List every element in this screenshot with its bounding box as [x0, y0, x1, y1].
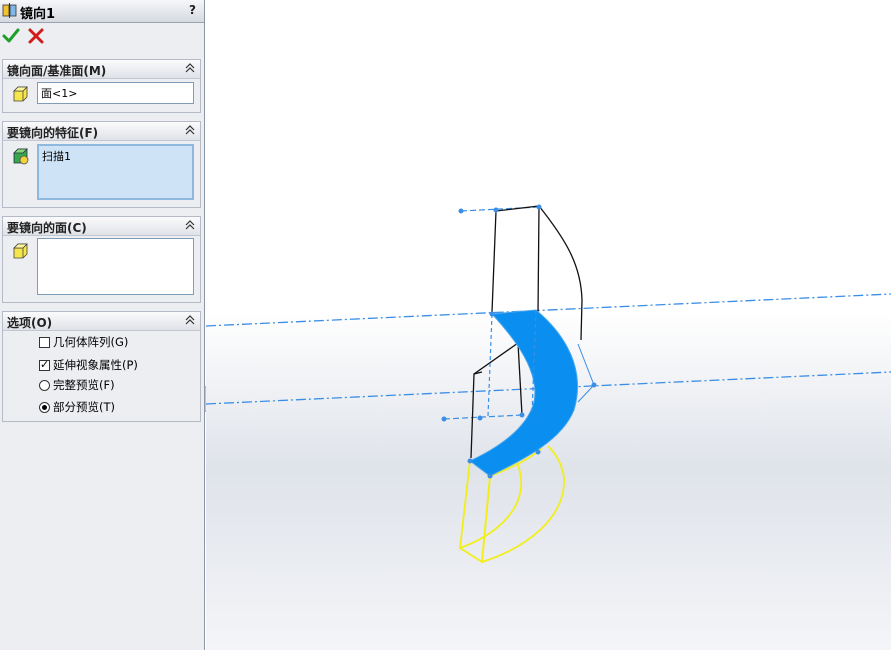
geometry-pattern-label: 几何体阵列(G)	[53, 335, 129, 349]
partial-preview-option[interactable]: 部分预览(T)	[39, 399, 115, 415]
selected-face[interactable]	[469, 309, 578, 477]
ok-checkmark-icon[interactable]	[1, 26, 21, 46]
graphics-area[interactable]	[206, 0, 891, 650]
full-preview-radio[interactable]	[39, 379, 50, 391]
features-to-mirror-group: 要镜向的特征(F) 扫描1	[2, 121, 201, 208]
faces-group-header[interactable]: 要镜向的面(C)	[3, 217, 200, 236]
sketch-line	[577, 343, 595, 403]
faces-list[interactable]	[37, 238, 194, 295]
collapse-chevron-icon[interactable]	[184, 61, 196, 75]
model-scene[interactable]	[206, 0, 891, 650]
property-manager: 镜向1 ? 镜向面/基准面(M) 面<1> 要镜向的特征(F) 扫描1 要镜向的…	[0, 0, 205, 650]
help-button[interactable]: ?	[189, 3, 196, 17]
full-preview-option[interactable]: 完整预览(F)	[39, 377, 115, 393]
collapse-chevron-icon[interactable]	[184, 123, 196, 137]
options-group-title: 选项(O)	[7, 316, 53, 330]
face-selection-icon	[13, 86, 28, 102]
face-selection-icon	[13, 243, 28, 259]
geometry-pattern-option[interactable]: 几何体阵列(G)	[39, 334, 128, 350]
propagate-visual-option[interactable]: 延伸视象属性(P)	[39, 357, 138, 373]
options-group-header[interactable]: 选项(O)	[3, 312, 200, 331]
partial-preview-label: 部分预览(T)	[53, 400, 115, 414]
faces-group-title: 要镜向的面(C)	[7, 221, 87, 235]
cancel-x-icon[interactable]	[26, 26, 46, 46]
mirror-plane-group-header[interactable]: 镜向面/基准面(M)	[3, 60, 200, 79]
options-group: 选项(O) 几何体阵列(G) 延伸视象属性(P) 完整预览(F) 部分预览(T)	[2, 311, 201, 422]
features-group-title: 要镜向的特征(F)	[7, 126, 99, 140]
full-preview-label: 完整预览(F)	[53, 378, 115, 392]
features-list[interactable]: 扫描1	[37, 144, 194, 200]
features-group-header[interactable]: 要镜向的特征(F)	[3, 122, 200, 141]
mirror-feature-icon	[2, 3, 17, 18]
collapse-chevron-icon[interactable]	[184, 313, 196, 327]
sketch-line	[443, 414, 523, 420]
feature-list-item[interactable]: 扫描1	[42, 148, 189, 164]
propagate-visual-label: 延伸视象属性(P)	[53, 358, 138, 372]
property-manager-titlebar: 镜向1 ?	[0, 0, 204, 23]
partial-preview-radio[interactable]	[39, 401, 50, 413]
propagate-visual-checkbox[interactable]	[39, 358, 50, 371]
feature-selection-icon	[13, 148, 29, 165]
mirror-plane-field[interactable]: 面<1>	[37, 82, 194, 104]
mirror-plane-group-title: 镜向面/基准面(M)	[7, 64, 107, 78]
geometry-pattern-checkbox[interactable]	[39, 336, 50, 348]
faces-to-mirror-group: 要镜向的面(C)	[2, 216, 201, 303]
mirror-plane-group: 镜向面/基准面(M) 面<1>	[2, 59, 201, 113]
page-title: 镜向1	[20, 7, 56, 22]
collapse-chevron-icon[interactable]	[184, 218, 196, 232]
